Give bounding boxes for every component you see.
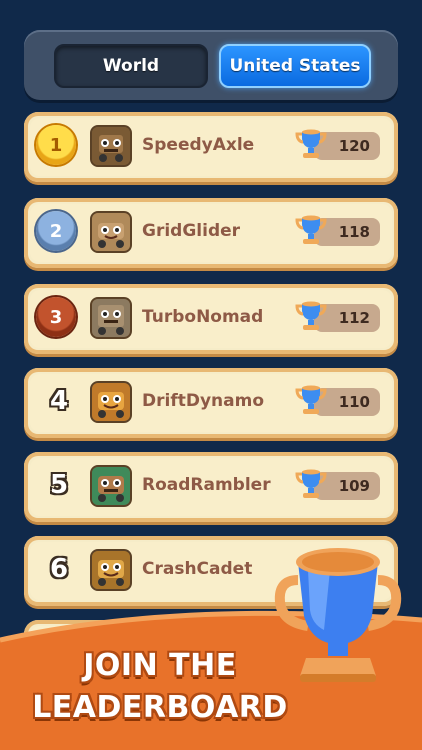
- leaderboard-tab-bar: World United States: [24, 30, 398, 100]
- trophy-icon: [295, 215, 327, 244]
- trophy-icon: [295, 469, 327, 498]
- leaderboard-row[interactable]: 2 GridGlider 118: [24, 198, 398, 268]
- player-name: CrashCadet: [142, 559, 253, 579]
- tab-united-states[interactable]: United States: [219, 44, 371, 88]
- leaderboard-row[interactable]: 1 SpeedyAxle 120: [24, 112, 398, 182]
- leaderboard-row[interactable]: 3 TurboNomad 112: [24, 284, 398, 354]
- player-avatar: [90, 211, 132, 253]
- player-avatar: [90, 297, 132, 339]
- bronze-medal-icon: 3: [36, 297, 76, 337]
- player-name: GridGlider: [142, 221, 241, 241]
- leaderboard-row[interactable]: 4 DriftDynamo 110: [24, 368, 398, 438]
- trophy-icon: [295, 301, 327, 330]
- player-avatar: [90, 381, 132, 423]
- gold-medal-icon: 1: [36, 125, 76, 165]
- trophy-icon: [274, 548, 402, 682]
- rank-number: 4: [49, 386, 69, 416]
- trophy-icon: [295, 129, 327, 158]
- player-avatar: [90, 125, 132, 167]
- player-name: TurboNomad: [142, 307, 264, 327]
- tab-world[interactable]: World: [54, 44, 208, 88]
- rank-number: 5: [49, 470, 69, 500]
- trophy-icon: [295, 385, 327, 414]
- silver-medal-icon: 2: [36, 211, 76, 251]
- player-avatar: [90, 549, 132, 591]
- player-name: DriftDynamo: [142, 391, 265, 411]
- banner-title-line2: LEADERBOARD: [32, 690, 288, 725]
- rank-number: 6: [49, 554, 69, 584]
- player-avatar: [90, 465, 132, 507]
- player-name: RoadRambler: [142, 475, 271, 495]
- leaderboard-row[interactable]: 5 RoadRambler 109: [24, 452, 398, 522]
- player-name: SpeedyAxle: [142, 135, 255, 155]
